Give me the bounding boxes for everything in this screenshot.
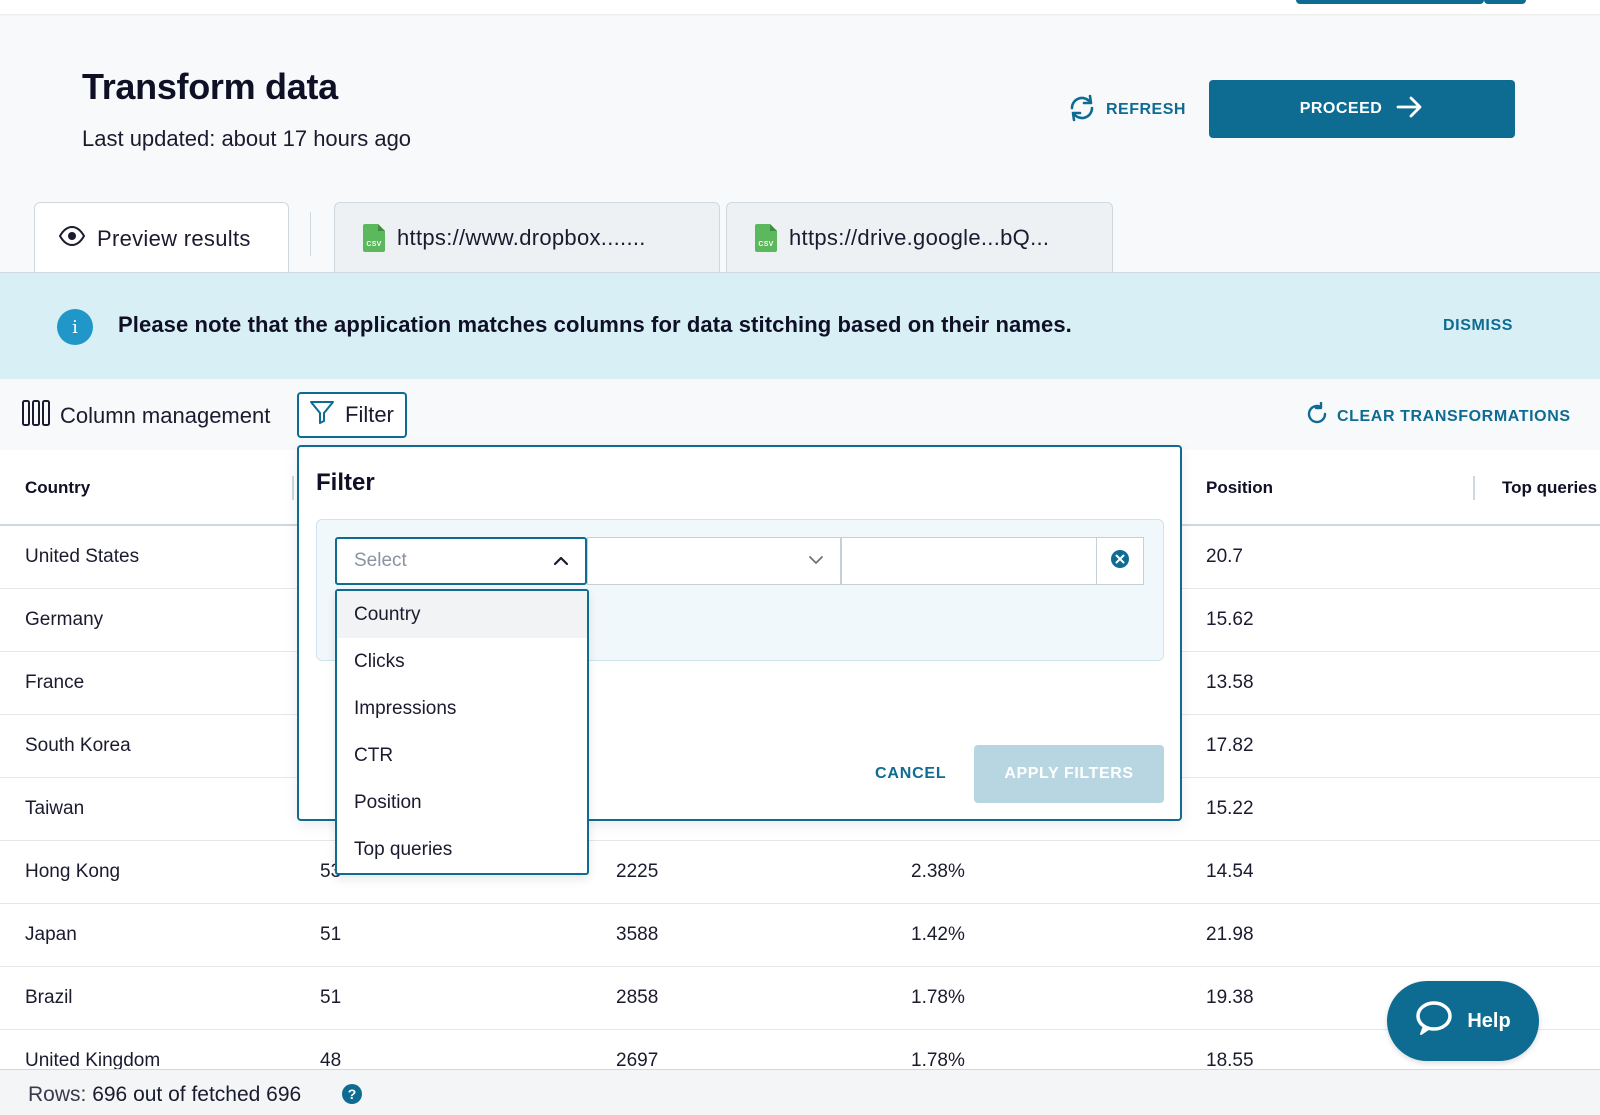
table-row: Japan 51 3588 1.42% 21.98 <box>0 904 1600 967</box>
help-label: Help <box>1467 1009 1511 1032</box>
top-bar-button-edge-secondary[interactable] <box>1484 0 1526 4</box>
dropdown-option-clicks[interactable]: Clicks <box>337 638 587 685</box>
apply-filters-button[interactable]: APPLY FILTERS <box>974 745 1164 803</box>
funnel-icon <box>309 399 335 431</box>
tab-label: Preview results <box>97 225 251 251</box>
chevron-down-icon <box>808 552 824 570</box>
close-circle-icon <box>1110 549 1130 574</box>
svg-text:CSV: CSV <box>758 241 773 248</box>
cell-clicks: 51 <box>320 987 342 1008</box>
last-updated-text: Last updated: about 17 hours ago <box>82 126 412 151</box>
column-header-top-queries[interactable]: Top queries <box>1502 478 1597 498</box>
dismiss-button[interactable]: DISMISS <box>1443 317 1513 335</box>
cell-position: 21.98 <box>1206 924 1254 945</box>
filter-value-input[interactable] <box>841 537 1097 585</box>
cell-country: Taiwan <box>25 798 85 819</box>
cell-ctr: 1.78% <box>911 987 965 1008</box>
tab-divider <box>310 212 311 256</box>
cell-position: 14.54 <box>1206 861 1254 882</box>
cell-country: Japan <box>25 924 77 945</box>
remove-filter-button[interactable] <box>1097 537 1144 585</box>
page-title: Transform data <box>82 66 338 107</box>
refresh-label: REFRESH <box>1106 101 1186 118</box>
table-row: Hong Kong 53 2225 2.38% 14.54 <box>0 841 1600 904</box>
tab-label: https://www.dropbox....... <box>397 224 646 250</box>
cell-position: 20.7 <box>1206 546 1243 567</box>
cell-country: Hong Kong <box>25 861 121 882</box>
dropdown-option-impressions[interactable]: Impressions <box>337 685 587 732</box>
filter-operator-select[interactable] <box>587 537 841 585</box>
proceed-button[interactable]: PROCEED <box>1209 80 1515 138</box>
tab-label: https://drive.google...bQ... <box>789 224 1050 250</box>
column-management-button[interactable]: Column management <box>22 400 270 432</box>
columns-icon <box>22 400 50 432</box>
cell-position: 15.22 <box>1206 798 1254 819</box>
cell-impressions: 2858 <box>616 987 659 1008</box>
row-count: Rows: 696 out of fetched 696 <box>28 1083 301 1107</box>
cell-country: Germany <box>25 609 104 630</box>
column-header-country[interactable]: Country <box>25 478 90 498</box>
refresh-button[interactable]: REFRESH <box>1066 92 1186 128</box>
cell-country: France <box>25 672 85 693</box>
column-resize-handle[interactable] <box>292 476 294 500</box>
cancel-button[interactable]: CANCEL <box>875 765 946 783</box>
filter-column-select[interactable]: Select <box>335 537 587 585</box>
table-footer: Rows: 696 out of fetched 696 ? <box>0 1069 1600 1115</box>
cell-position: 15.62 <box>1206 609 1254 630</box>
cell-ctr: 2.38% <box>911 861 965 882</box>
cell-position: 19.38 <box>1206 987 1254 1008</box>
row-count-label: Rows: <box>28 1083 87 1106</box>
column-management-label: Column management <box>60 403 271 428</box>
cell-position: 13.58 <box>1206 672 1254 693</box>
tab-google-drive-source[interactable]: CSV https://drive.google...bQ... <box>726 202 1113 272</box>
filter-button[interactable]: Filter <box>297 392 407 438</box>
filter-panel-title: Filter <box>316 469 375 496</box>
cell-country: United States <box>25 546 140 567</box>
cell-impressions: 2225 <box>616 861 659 882</box>
csv-file-icon: CSV <box>755 223 777 252</box>
help-question-icon[interactable]: ? <box>342 1084 362 1104</box>
column-resize-handle[interactable] <box>1473 476 1475 500</box>
clear-transformations-button[interactable]: CLEAR TRANSFORMATIONS <box>1305 401 1571 431</box>
chevron-up-icon <box>553 550 569 572</box>
svg-text:CSV: CSV <box>366 241 381 248</box>
column-options-dropdown: Country Clicks Impressions CTR Position … <box>335 589 589 875</box>
eye-icon <box>58 225 86 252</box>
top-app-bar <box>0 0 1600 14</box>
info-banner: i Please note that the application match… <box>0 273 1600 379</box>
chat-bubble-icon <box>1415 1000 1453 1042</box>
filter-label: Filter <box>345 402 394 427</box>
table-toolbar: Column management Filter CLEAR TRANSFORM… <box>0 380 1600 450</box>
refresh-icon <box>1066 94 1098 127</box>
cell-impressions: 3588 <box>616 924 659 945</box>
dropdown-option-top-queries[interactable]: Top queries <box>337 826 587 873</box>
proceed-label: PROCEED <box>1299 100 1383 117</box>
info-icon: i <box>57 309 93 345</box>
reset-icon <box>1305 401 1329 431</box>
column-header-position[interactable]: Position <box>1206 478 1273 498</box>
tab-dropbox-source[interactable]: CSV https://www.dropbox....... <box>334 202 720 272</box>
cell-clicks: 51 <box>320 924 342 945</box>
top-bar-button-edge[interactable] <box>1296 0 1484 4</box>
dropdown-option-position[interactable]: Position <box>337 779 587 826</box>
cell-country: South Korea <box>25 735 131 756</box>
arrow-right-icon <box>1396 95 1424 124</box>
table-row: Brazil 51 2858 1.78% 19.38 <box>0 967 1600 1030</box>
tab-preview-results[interactable]: Preview results <box>34 202 289 274</box>
dropdown-option-country[interactable]: Country <box>337 591 587 638</box>
dropdown-option-ctr[interactable]: CTR <box>337 732 587 779</box>
help-button[interactable]: Help <box>1387 981 1539 1061</box>
row-count-value: 696 out of fetched 696 <box>92 1083 302 1106</box>
clear-transformations-label: CLEAR TRANSFORMATIONS <box>1337 407 1571 425</box>
cell-ctr: 1.42% <box>911 924 965 945</box>
select-placeholder: Select <box>354 550 407 571</box>
banner-message: Please note that the application matches… <box>118 312 1072 337</box>
cell-position: 17.82 <box>1206 735 1254 756</box>
csv-file-icon: CSV <box>363 223 385 252</box>
cell-country: Brazil <box>25 987 73 1008</box>
